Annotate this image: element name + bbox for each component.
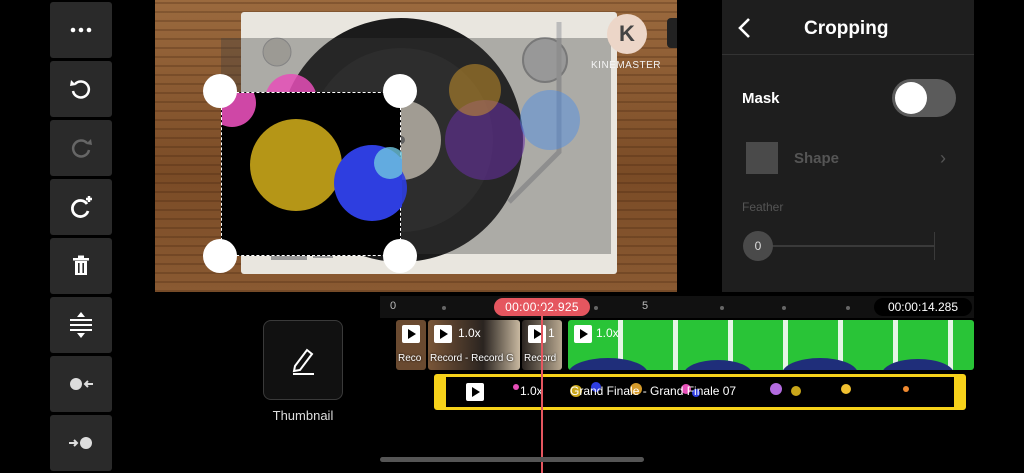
back-chevron-icon[interactable]	[736, 16, 754, 40]
add-rotate-button[interactable]	[50, 179, 112, 235]
ruler-dot	[720, 306, 724, 310]
panel-header: Cropping	[722, 0, 974, 55]
undo-button[interactable]	[50, 61, 112, 117]
mask-label: Mask	[742, 90, 780, 107]
shape-label: Shape	[794, 150, 840, 167]
clip-speed: 1.0x	[596, 326, 619, 340]
cropped-fireworks	[208, 79, 410, 221]
shape-square-icon	[746, 142, 778, 174]
crop-region[interactable]	[208, 79, 410, 256]
split-icon	[70, 312, 92, 338]
play-icon	[574, 325, 592, 343]
left-toolbar	[50, 0, 112, 473]
thumbnail-label: Thumbnail	[272, 408, 334, 423]
move-left-button[interactable]	[50, 356, 112, 412]
play-icon	[434, 325, 452, 343]
cropping-panel: Cropping Mask Shape › Feather 0	[722, 0, 974, 292]
more-icon	[70, 27, 92, 33]
ruler-dot	[594, 306, 598, 310]
ruler-tick-5: 5	[642, 300, 649, 312]
ruler-tick-0: 0	[390, 300, 397, 312]
clip-item[interactable]: 1.0x	[568, 320, 974, 370]
premium-crown-icon[interactable]: ♛	[667, 18, 677, 48]
pencil-icon	[292, 348, 314, 375]
clip-speed: 1.0x	[458, 326, 481, 340]
overlay-track-clip[interactable]: 1.0x Grand Finale - Grand Finale 07	[434, 374, 966, 410]
clip-item[interactable]: Reco	[396, 320, 426, 370]
clip-item[interactable]: 1.0x Record - Record G	[428, 320, 520, 370]
redo-icon	[71, 139, 92, 158]
play-icon	[528, 325, 546, 343]
redo-button[interactable]	[50, 120, 112, 176]
clip-label: Reco	[398, 353, 422, 364]
playhead[interactable]	[541, 306, 543, 473]
crop-handle-top-right[interactable]	[383, 74, 417, 108]
home-indicator[interactable]	[380, 457, 644, 462]
feather-slider-track[interactable]	[758, 245, 934, 247]
overlay-speed: 1.0x	[520, 384, 543, 398]
move-to-playhead-right-icon	[69, 437, 92, 449]
split-button[interactable]	[50, 297, 112, 353]
green-clip-pattern	[569, 358, 953, 370]
mask-toggle[interactable]	[892, 79, 956, 117]
delete-icon	[73, 255, 89, 275]
total-time-badge: 00:00:14.285	[874, 298, 972, 316]
clip-speed: 1	[548, 326, 555, 340]
panel-title: Cropping	[804, 18, 889, 39]
thumbnail-button[interactable]	[263, 320, 343, 400]
toggle-knob	[895, 82, 927, 114]
ruler-dot	[442, 306, 446, 310]
add-rotate-icon	[71, 196, 92, 218]
watermark-text: KINEMASTER	[591, 60, 662, 71]
feather-slider-knob[interactable]: 0	[743, 231, 773, 261]
feather-slider-end	[934, 232, 935, 260]
crop-handle-bottom-right[interactable]	[383, 239, 417, 273]
move-to-playhead-left-icon	[70, 378, 93, 390]
feather-label: Feather	[742, 200, 784, 214]
ruler-dot	[846, 306, 850, 310]
main-track: Reco 1.0x Record - Record G 1 Record 1.0…	[396, 320, 974, 370]
overlay-clip-label: Grand Finale - Grand Finale 07	[570, 384, 737, 398]
undo-icon	[70, 80, 91, 99]
play-icon	[466, 383, 484, 401]
more-button[interactable]	[50, 2, 112, 58]
clip-label: Record - Record G	[430, 353, 514, 364]
play-icon	[402, 325, 420, 343]
crop-handle-bottom-left[interactable]	[203, 239, 237, 273]
chevron-right-icon: ›	[940, 148, 946, 168]
delete-button[interactable]	[50, 238, 112, 294]
ruler-dot	[782, 306, 786, 310]
crop-handle-top-left[interactable]	[203, 74, 237, 108]
video-preview[interactable]: K KINEMASTER ♛	[155, 0, 677, 292]
kinemaster-logo: K	[607, 14, 647, 54]
move-right-button[interactable]	[50, 415, 112, 471]
